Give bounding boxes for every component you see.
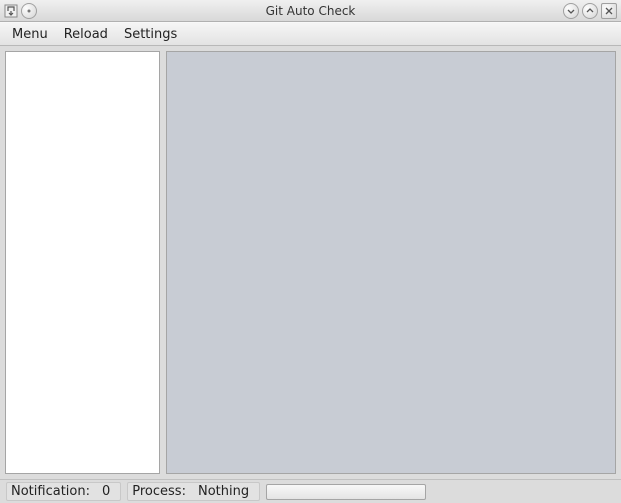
titlebar-button-left[interactable]: [21, 3, 37, 19]
window-title: Git Auto Check: [266, 4, 356, 18]
process-value: Nothing: [192, 484, 255, 499]
app-icon: [4, 4, 18, 18]
menubar: Menu Reload Settings: [0, 22, 621, 46]
menu-settings[interactable]: Settings: [116, 24, 185, 45]
left-panel[interactable]: [5, 51, 160, 474]
app-window: Git Auto Check Menu Reload Settings Noti…: [0, 0, 621, 503]
status-process: Process: Nothing: [127, 482, 260, 501]
status-notification: Notification: 0: [6, 482, 121, 501]
right-panel[interactable]: [166, 51, 616, 474]
statusbar: Notification: 0 Process: Nothing: [0, 479, 621, 503]
titlebar-left: [4, 3, 37, 19]
process-label: Process:: [132, 484, 186, 499]
minimize-button[interactable]: [563, 3, 579, 19]
close-button[interactable]: [601, 3, 617, 19]
maximize-button[interactable]: [582, 3, 598, 19]
titlebar: Git Auto Check: [0, 0, 621, 22]
menu-menu[interactable]: Menu: [4, 24, 56, 45]
menu-reload[interactable]: Reload: [56, 24, 116, 45]
progress-bar: [266, 484, 426, 500]
content-area: [0, 46, 621, 479]
titlebar-right: [563, 3, 617, 19]
notification-value: 0: [96, 484, 116, 499]
notification-label: Notification:: [11, 484, 90, 499]
